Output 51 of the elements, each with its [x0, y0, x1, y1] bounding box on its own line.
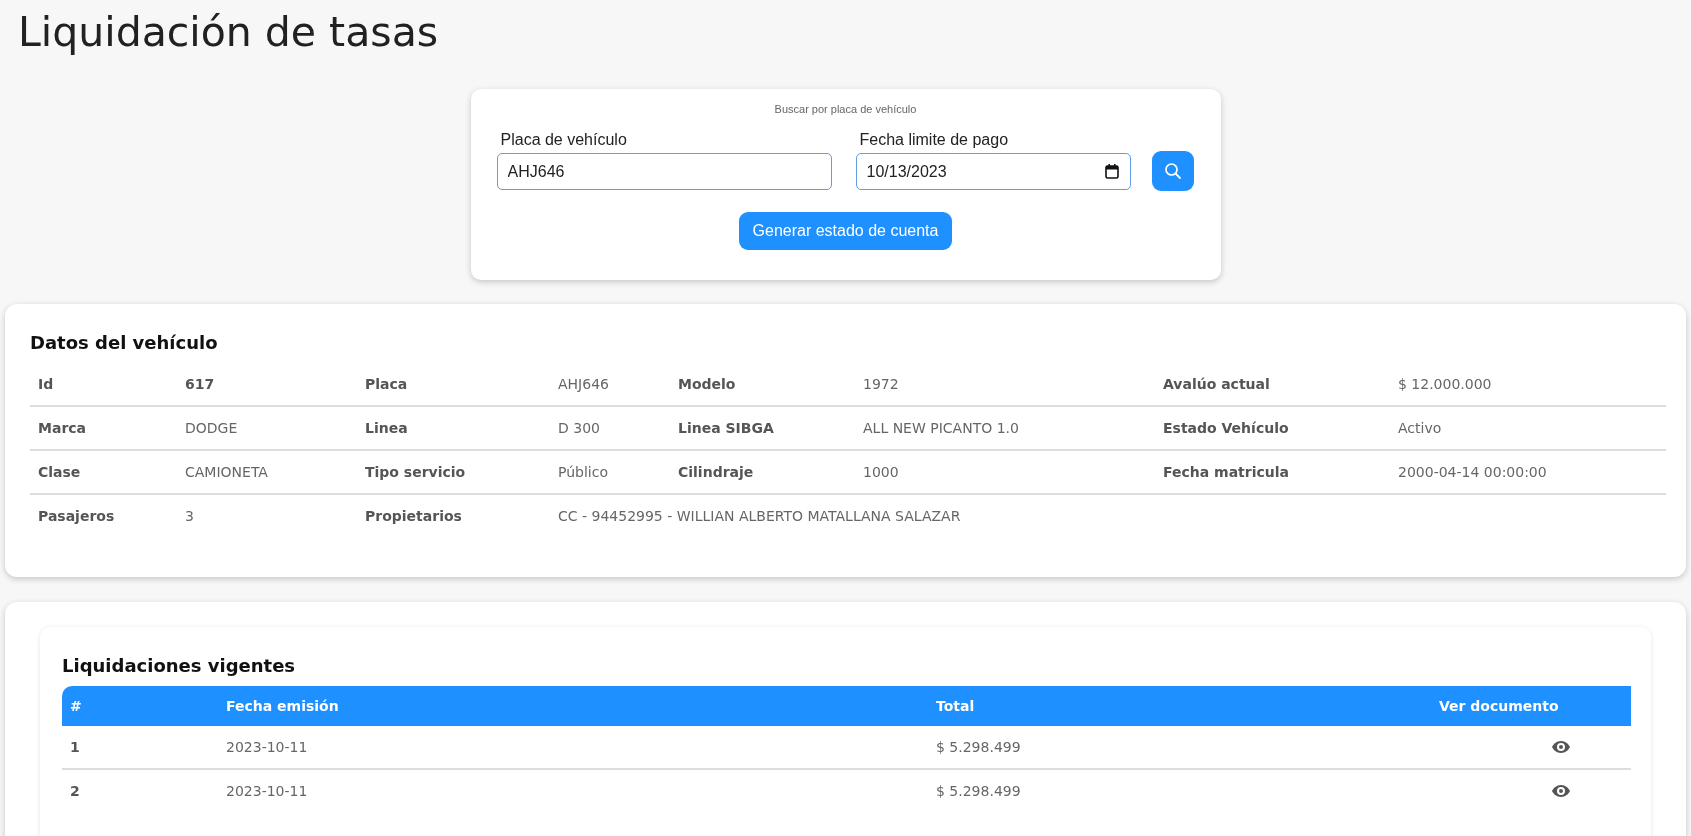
- field-value: Público: [557, 464, 609, 480]
- field-label: Propietarios: [364, 508, 463, 524]
- search-caption: Buscar por placa de vehículo: [774, 103, 917, 115]
- field-label: Marca: [37, 420, 88, 436]
- table-cell-text: 2: [69, 782, 81, 801]
- column-header: #: [62, 686, 218, 726]
- column-header: Total: [928, 686, 1431, 726]
- table-cell: $ 5.298.499: [928, 726, 1431, 770]
- table-cell-text: $ 5.298.499: [935, 782, 1022, 801]
- field-value: 1000: [862, 464, 900, 480]
- calendar-icon[interactable]: [1104, 164, 1119, 179]
- column-header: Fecha emisión: [218, 686, 928, 726]
- table-cell: 1: [62, 726, 218, 770]
- field-label: Modelo: [677, 376, 737, 392]
- plate-input[interactable]: AHJ646: [496, 153, 832, 190]
- field-value: 2000-04-14 00:00:00: [1397, 464, 1548, 480]
- field-value: Activo: [1397, 420, 1443, 436]
- field-value: DODGE: [184, 420, 239, 436]
- section-title: Datos del vehículo: [30, 332, 218, 353]
- field-label: Placa: [364, 376, 409, 392]
- section-title: Liquidaciones vigentes: [62, 655, 296, 676]
- field-label: Fecha limite de pago: [858, 131, 1009, 149]
- field-value: 617: [184, 376, 216, 392]
- field-value: 3: [184, 508, 195, 524]
- field-label: Avalúo actual: [1162, 376, 1271, 392]
- field-value: 1972: [862, 376, 900, 392]
- field-value: ALL NEW PICANTO 1.0: [862, 420, 1020, 436]
- column-header: Ver documento: [1431, 686, 1631, 726]
- field-value: D 300: [557, 420, 601, 436]
- search-icon: [1163, 162, 1182, 180]
- field-label: Linea: [364, 420, 409, 436]
- eye-icon[interactable]: [1552, 741, 1570, 753]
- field-label: Pasajeros: [37, 508, 116, 524]
- field-label: Fecha matricula: [1162, 464, 1291, 480]
- table-cell: 2023-10-11: [218, 726, 928, 770]
- eye-icon[interactable]: [1552, 785, 1570, 797]
- page-title: Liquidación de tasas: [18, 8, 439, 56]
- field-value: CC - 94452995 - WILLIAN ALBERTO MATALLANA SALAZAR: [557, 508, 962, 524]
- field-label: Id: [37, 376, 55, 392]
- field-label: Estado Vehículo: [1162, 420, 1290, 436]
- field-label: Cilindraje: [677, 464, 755, 480]
- field-value: AHJ646: [557, 376, 610, 392]
- field-value: CAMIONETA: [184, 464, 269, 480]
- field-label: Linea SIBGA: [677, 420, 775, 436]
- field-label: Clase: [37, 464, 82, 480]
- search-button[interactable]: [1151, 151, 1194, 191]
- field-value: $ 12.000.000: [1397, 376, 1493, 392]
- date-input[interactable]: 10/13/2023: [855, 153, 1131, 190]
- field-label: Tipo servicio: [364, 464, 467, 480]
- table-cell-text: 2023-10-11: [225, 782, 309, 801]
- field-label: Placa de vehículo: [499, 131, 627, 149]
